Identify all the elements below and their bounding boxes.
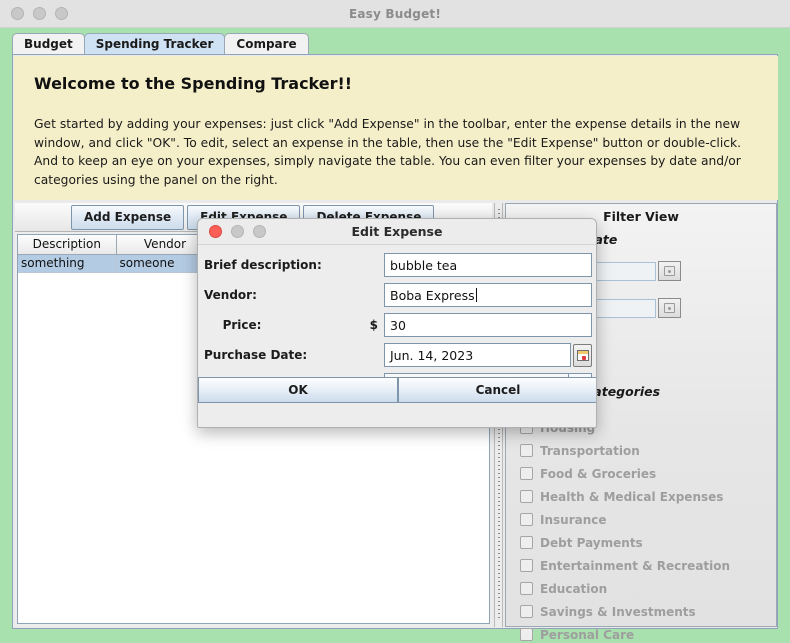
dialog-title: Edit Expense xyxy=(351,224,443,239)
category-filter-list: Housing Transportation Food & Groceries … xyxy=(520,416,770,643)
end-date-input[interactable] xyxy=(592,298,656,318)
category-label-savings-investments: Savings & Investments xyxy=(540,604,696,619)
tab-budget[interactable]: Budget xyxy=(12,33,85,54)
vendor-value: Boba Express xyxy=(390,287,475,303)
description-input[interactable]: bubble tea xyxy=(384,253,592,277)
start-date-input[interactable] xyxy=(592,261,656,281)
cancel-label: Cancel xyxy=(475,383,521,397)
category-label-education: Education xyxy=(540,581,608,596)
dialog-titlebar: Edit Expense xyxy=(198,219,596,245)
start-date-picker-icon[interactable] xyxy=(658,261,681,281)
checkbox-insurance[interactable] xyxy=(520,513,533,526)
category-item-food-groceries[interactable]: Food & Groceries xyxy=(520,462,770,485)
checkbox-education[interactable] xyxy=(520,582,533,595)
purchase-date-row: Purchase Date: Jun. 14, 2023 xyxy=(198,343,596,367)
category-item-health-medical[interactable]: Health & Medical Expenses xyxy=(520,485,770,508)
purchase-date-label: Purchase Date: xyxy=(204,348,308,362)
checkbox-personal-care[interactable] xyxy=(520,628,533,641)
welcome-banner: Welcome to the Spending Tracker!! Get st… xyxy=(14,56,778,200)
tab-spending-tracker[interactable]: Spending Tracker xyxy=(83,33,226,54)
window-titlebar: Easy Budget! xyxy=(0,0,790,28)
vendor-input[interactable]: Boba Express xyxy=(384,283,592,307)
category-label-food-groceries: Food & Groceries xyxy=(540,466,657,481)
column-header-description[interactable]: Description xyxy=(18,235,117,255)
description-row: Brief description: bubble tea xyxy=(198,253,596,277)
window-title: Easy Budget! xyxy=(348,6,442,21)
vendor-row: Vendor: Boba Express xyxy=(198,283,596,307)
ok-button[interactable]: OK xyxy=(198,377,398,403)
category-label-debt-payments: Debt Payments xyxy=(540,535,643,550)
category-item-savings-investments[interactable]: Savings & Investments xyxy=(520,600,770,623)
description-value: bubble tea xyxy=(390,257,458,273)
category-item-transportation[interactable]: Transportation xyxy=(520,439,770,462)
calendar-icon[interactable] xyxy=(573,343,592,367)
price-row: Price: $ 30 xyxy=(198,313,596,337)
ok-label: OK xyxy=(288,383,308,397)
tab-spending-tracker-label: Spending Tracker xyxy=(95,37,214,51)
add-expense-button[interactable]: Add Expense xyxy=(71,204,185,230)
category-label-entertainment-recreation: Entertainment & Recreation xyxy=(540,558,731,573)
checkbox-savings-investments[interactable] xyxy=(520,605,533,618)
application-window: Easy Budget! Budget Spending Tracker Com… xyxy=(0,0,790,643)
welcome-heading: Welcome to the Spending Tracker!! xyxy=(34,74,353,93)
checkbox-entertainment-recreation[interactable] xyxy=(520,559,533,572)
price-label-with-prefix: Price: $ xyxy=(198,318,384,332)
category-item-entertainment-recreation[interactable]: Entertainment & Recreation xyxy=(520,554,770,577)
tab-compare-label: Compare xyxy=(236,37,297,51)
price-label: Price: xyxy=(222,318,262,332)
category-item-insurance[interactable]: Insurance xyxy=(520,508,770,531)
toolbar-drag-handle[interactable] xyxy=(15,204,71,231)
add-expense-label: Add Expense xyxy=(84,210,172,224)
dialog-body: Brief description: bubble tea Vendor: Bo… xyxy=(198,245,596,403)
checkbox-transportation[interactable] xyxy=(520,444,533,457)
cancel-button[interactable]: Cancel xyxy=(398,377,596,403)
category-label-personal-care: Personal Care xyxy=(540,627,635,642)
checkbox-food-groceries[interactable] xyxy=(520,467,533,480)
dialog-footer: OK Cancel xyxy=(198,377,596,403)
purchase-date-input[interactable]: Jun. 14, 2023 xyxy=(384,343,571,367)
text-caret xyxy=(475,288,477,302)
price-input[interactable]: 30 xyxy=(384,313,592,337)
tab-budget-label: Budget xyxy=(24,37,73,51)
edit-expense-dialog: Edit Expense Brief description: bubble t… xyxy=(197,218,597,428)
category-label-transportation: Transportation xyxy=(540,443,640,458)
tab-compare[interactable]: Compare xyxy=(224,33,309,54)
checkbox-debt-payments[interactable] xyxy=(520,536,533,549)
price-value: 30 xyxy=(390,317,406,333)
category-label-health-medical: Health & Medical Expenses xyxy=(540,489,724,504)
category-item-debt-payments[interactable]: Debt Payments xyxy=(520,531,770,554)
end-date-picker-icon[interactable] xyxy=(658,298,681,318)
dollar-sign: $ xyxy=(369,318,378,332)
vendor-label: Vendor: xyxy=(204,288,257,302)
cell-description: something xyxy=(18,254,117,273)
category-item-education[interactable]: Education xyxy=(520,577,770,600)
checkbox-health-medical[interactable] xyxy=(520,490,533,503)
tab-bar: Budget Spending Tracker Compare xyxy=(12,33,309,54)
welcome-body: Get started by adding your expenses: jus… xyxy=(34,117,742,188)
purchase-date-value: Jun. 14, 2023 xyxy=(390,347,474,363)
category-label-insurance: Insurance xyxy=(540,512,607,527)
category-item-personal-care[interactable]: Personal Care xyxy=(520,623,770,643)
description-label: Brief description: xyxy=(204,258,322,272)
